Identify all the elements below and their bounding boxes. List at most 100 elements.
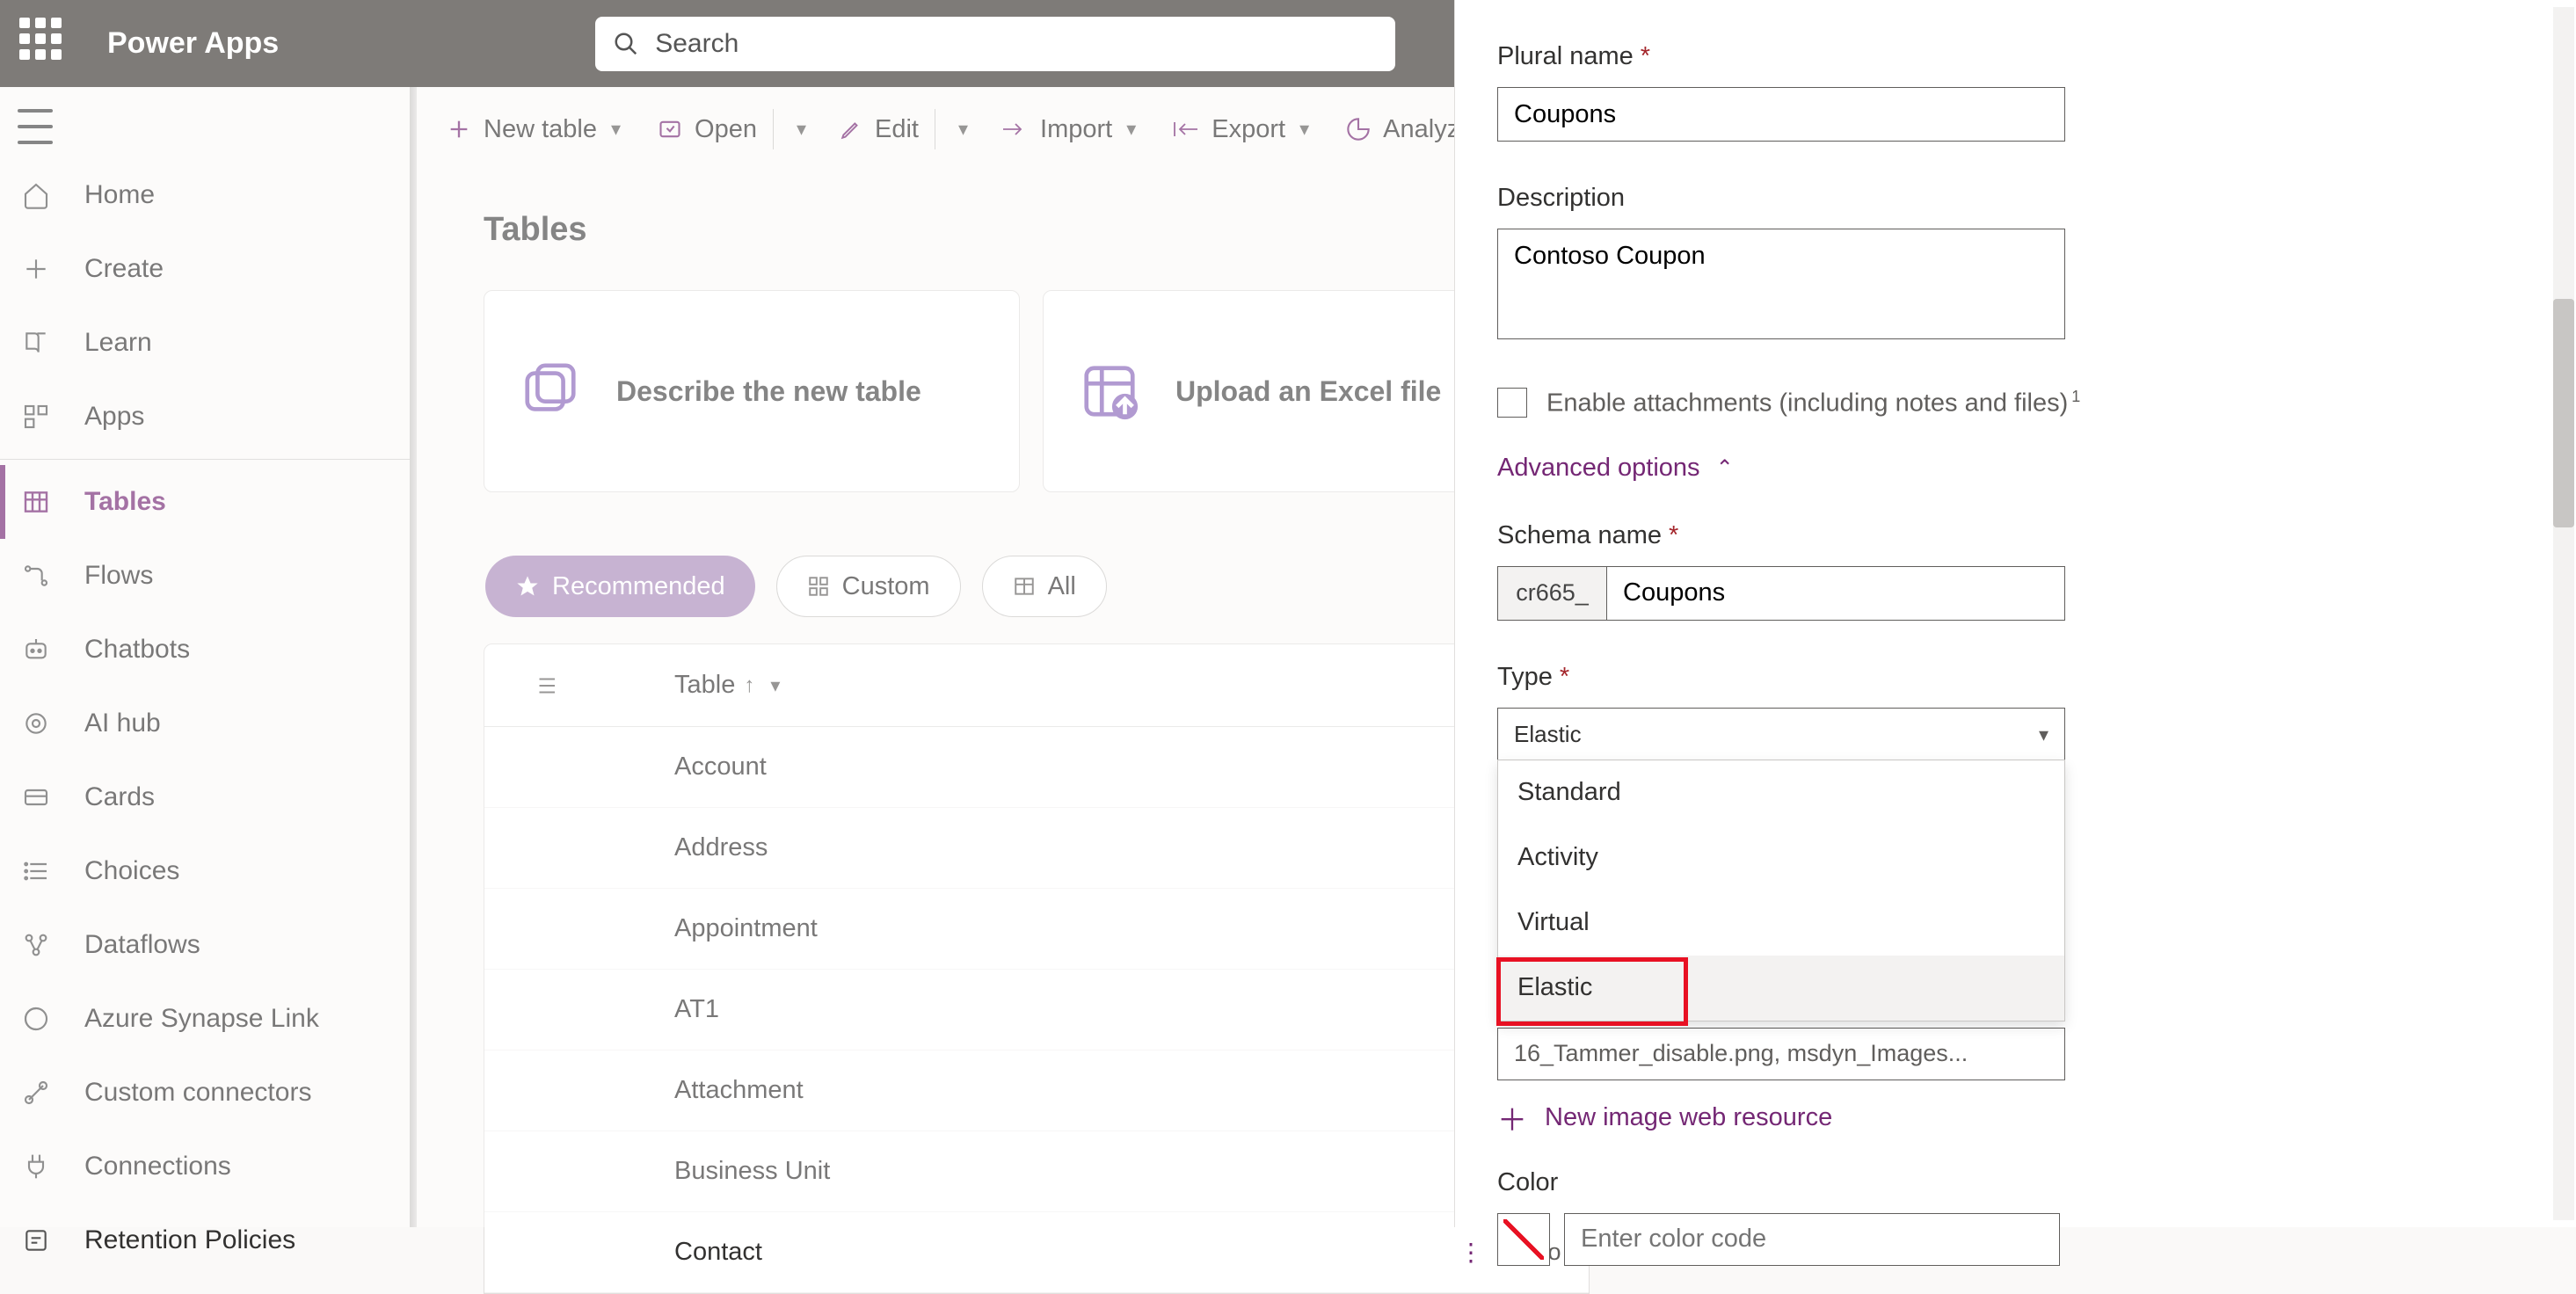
search-input[interactable]: Search xyxy=(595,17,1395,71)
analyze-button[interactable]: Analyz xyxy=(1346,115,1459,144)
cmd-label: New table xyxy=(484,115,597,144)
open-icon xyxy=(658,117,682,142)
sidebar-item-flows[interactable]: Flows xyxy=(0,539,413,613)
sidebar-item-connections[interactable]: Connections xyxy=(0,1130,413,1203)
description-label: Description xyxy=(1497,184,2534,213)
schema-name-label: Schema name xyxy=(1497,521,2534,550)
chevron-down-icon[interactable]: ▾ xyxy=(1126,118,1136,141)
plus-icon xyxy=(447,117,471,142)
sidebar-toggle[interactable] xyxy=(18,109,53,144)
type-dropdown: StandardActivityVirtualElastic xyxy=(1497,760,2065,1021)
scrollbar-thumb[interactable] xyxy=(2553,299,2574,527)
sidebar-item-aihub[interactable]: AI hub xyxy=(0,687,413,760)
sidebar: Home Create Learn Apps Tables Flows Chat… xyxy=(0,158,413,1277)
brand-title: Power Apps xyxy=(107,26,279,61)
grid-icon xyxy=(807,575,830,598)
chevron-down-icon[interactable]: ▾ xyxy=(611,118,621,141)
row-name: AT1 xyxy=(674,995,719,1024)
chevron-up-icon: ⌃ xyxy=(1716,455,1734,481)
color-swatch[interactable] xyxy=(1497,1213,1550,1266)
sidebar-item-label: Apps xyxy=(84,402,144,432)
sidebar-item-label: Connections xyxy=(84,1152,231,1181)
describe-icon xyxy=(520,360,581,422)
app-launcher-icon[interactable] xyxy=(19,18,72,70)
table-row[interactable]: Attachment⋮ac xyxy=(484,1050,1589,1131)
sidebar-item-apps[interactable]: Apps xyxy=(0,380,413,454)
chevron-down-icon: ▾ xyxy=(797,118,806,141)
open-button[interactable]: Open xyxy=(658,115,757,144)
table-row[interactable]: Account⋮ac xyxy=(484,727,1589,808)
attachments-checkbox[interactable] xyxy=(1497,388,1527,418)
search-icon xyxy=(613,31,639,57)
description-input[interactable] xyxy=(1497,229,2065,339)
table-row[interactable]: Address⋮cu xyxy=(484,808,1589,889)
sidebar-item-learn[interactable]: Learn xyxy=(0,306,413,380)
chevron-down-icon[interactable]: ▾ xyxy=(770,674,780,697)
chevron-down-icon: ▾ xyxy=(2039,723,2048,746)
plural-name-label: Plural name xyxy=(1497,42,2534,71)
image-resource-field[interactable]: 16_Tammer_disable.png, msdyn_Images... xyxy=(1497,1028,2065,1080)
chevron-down-icon[interactable]: ▾ xyxy=(1299,118,1309,141)
pill-label: Custom xyxy=(842,572,930,601)
sidebar-item-connectors[interactable]: Custom connectors xyxy=(0,1056,413,1130)
export-button[interactable]: Export ▾ xyxy=(1173,115,1309,144)
grid-header: Table ↑ ▾ N xyxy=(484,644,1589,727)
book-icon xyxy=(19,329,53,357)
plural-name-input[interactable] xyxy=(1497,87,2065,142)
cmd-label: Edit xyxy=(875,115,919,144)
chevron-down-icon: ▾ xyxy=(958,118,968,141)
sidebar-item-label: Choices xyxy=(84,856,179,886)
sidebar-divider xyxy=(0,459,413,460)
open-dropdown[interactable]: ▾ xyxy=(782,118,806,141)
new-image-resource-link[interactable]: ＋ New image web resource xyxy=(1497,1103,2534,1133)
sidebar-item-label: Custom connectors xyxy=(84,1078,311,1108)
connector-icon xyxy=(19,1079,53,1107)
card-describe-table[interactable]: Describe the new table xyxy=(484,290,1020,492)
sidebar-item-home[interactable]: Home xyxy=(0,158,413,232)
scrollbar-track[interactable] xyxy=(2553,7,2574,1220)
sidebar-item-label: Learn xyxy=(84,328,152,358)
table-row[interactable]: Business Unit⋮bu xyxy=(484,1131,1589,1212)
sidebar-item-chatbots[interactable]: Chatbots xyxy=(0,613,413,687)
pill-label: Recommended xyxy=(552,572,725,601)
command-bar: New table ▾ Open ▾ Edit ▾ Import ▾ Expor… xyxy=(447,98,1472,160)
table-row[interactable]: Appointment⋮ap xyxy=(484,889,1589,970)
edit-dropdown[interactable]: ▾ xyxy=(944,118,968,141)
card-label: Upload an Excel file xyxy=(1175,375,1441,408)
sidebar-item-dataflows[interactable]: Dataflows xyxy=(0,908,413,982)
color-input[interactable] xyxy=(1564,1213,2060,1266)
pill-custom[interactable]: Custom xyxy=(776,556,961,617)
new-table-panel: Plural name Description Enable attachmen… xyxy=(1454,0,2576,1227)
table-row[interactable]: Contact⋮co xyxy=(484,1212,1589,1293)
type-option-virtual[interactable]: Virtual xyxy=(1498,891,2064,956)
divider xyxy=(773,109,774,149)
schema-name-input[interactable] xyxy=(1606,566,2065,621)
apps-icon xyxy=(19,403,53,431)
col-header-table[interactable]: Table ↑ ▾ xyxy=(674,671,780,700)
row-number-icon[interactable] xyxy=(484,672,608,699)
pill-recommended[interactable]: Recommended xyxy=(485,556,755,617)
sidebar-item-cards[interactable]: Cards xyxy=(0,760,413,834)
type-option-standard[interactable]: Standard xyxy=(1498,760,2064,825)
sidebar-item-choices[interactable]: Choices xyxy=(0,834,413,908)
sidebar-item-create[interactable]: Create xyxy=(0,232,413,306)
plus-icon: ＋ xyxy=(1497,1103,1527,1133)
new-table-button[interactable]: New table ▾ xyxy=(447,115,621,144)
sidebar-item-tables[interactable]: Tables xyxy=(0,465,413,539)
edit-button[interactable]: Edit xyxy=(840,115,919,144)
sidebar-resize-handle[interactable] xyxy=(410,87,417,1227)
sidebar-item-retention[interactable]: Retention Policies xyxy=(0,1203,413,1277)
pill-all[interactable]: All xyxy=(982,556,1107,617)
row-more-icon[interactable]: ⋮ xyxy=(1459,1238,1485,1267)
advanced-options-toggle[interactable]: Advanced options ⌃ xyxy=(1497,454,2534,483)
type-option-elastic[interactable]: Elastic xyxy=(1498,956,2064,1021)
card-label: Describe the new table xyxy=(616,375,921,408)
type-label: Type xyxy=(1497,663,2534,692)
sidebar-item-synapse[interactable]: Azure Synapse Link xyxy=(0,982,413,1056)
cmd-label: Open xyxy=(695,115,757,144)
table-row[interactable]: AT1⋮cr xyxy=(484,970,1589,1050)
type-select[interactable]: Elastic ▾ xyxy=(1497,708,2065,762)
type-option-activity[interactable]: Activity xyxy=(1498,825,2064,891)
cmd-label: Analyz xyxy=(1383,115,1459,144)
import-button[interactable]: Import ▾ xyxy=(1001,115,1136,144)
